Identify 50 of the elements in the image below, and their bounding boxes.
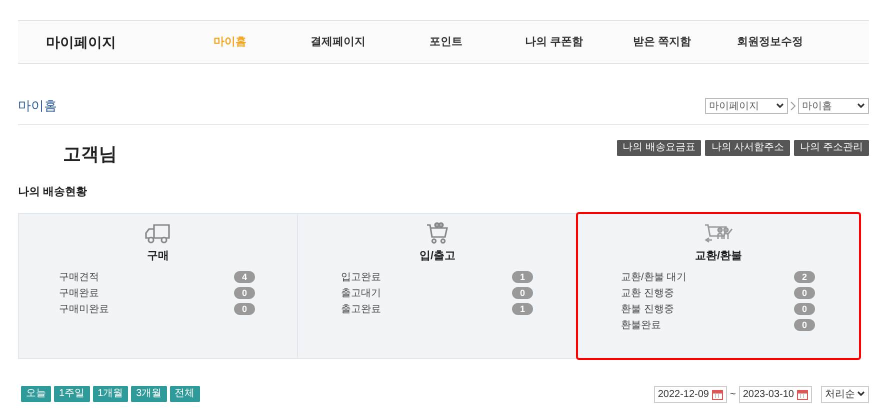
- action-button[interactable]: 나의 사서함주소: [705, 140, 790, 156]
- customer-name: 고객님: [63, 143, 117, 166]
- action-button[interactable]: 나의 배송요금표: [616, 140, 702, 156]
- start-date-field[interactable]: 2022-12-09: [654, 386, 727, 402]
- page-title: 마이홈: [18, 97, 57, 116]
- truck-icon: [145, 222, 171, 244]
- caret-icon: [857, 391, 865, 397]
- calendar-icon: [797, 388, 808, 400]
- count-badge: 0: [794, 287, 815, 299]
- status-label: 출고완료: [341, 302, 381, 316]
- panel-title: 입/출고: [419, 248, 456, 264]
- nav-tab[interactable]: 나의 쿠폰함: [500, 34, 608, 50]
- count-badge: 4: [234, 271, 255, 283]
- count-badge: 0: [794, 303, 815, 315]
- status-label: 출고대기: [341, 286, 381, 300]
- sort-select[interactable]: 처리순: [821, 386, 869, 402]
- chevron-icon: [790, 101, 796, 111]
- caret-icon: [857, 103, 865, 109]
- status-label: 환불 진행중: [621, 302, 674, 316]
- action-button[interactable]: 나의 주소관리: [794, 140, 869, 156]
- panel-title: 구매: [147, 248, 169, 264]
- section-title: 나의 배송현황: [18, 185, 88, 200]
- panel-title: 교환/환불: [694, 248, 742, 264]
- calendar-icon: [712, 388, 723, 400]
- cart-people-icon: [704, 222, 734, 244]
- cart-icon: [426, 222, 450, 244]
- status-label: 입고완료: [341, 270, 381, 284]
- status-label: 환불완료: [621, 318, 661, 332]
- status-label: 교환/환불 대기: [621, 270, 687, 284]
- status-label: 구매미완료: [59, 302, 109, 316]
- breadcrumb-select[interactable]: 마이페이지: [705, 98, 788, 114]
- breadcrumb-select[interactable]: 마이홈: [798, 98, 869, 114]
- caret-icon: [776, 103, 784, 109]
- count-badge: 0: [234, 303, 255, 315]
- count-badge: 0: [234, 287, 255, 299]
- nav-tab[interactable]: 회원정보수정: [716, 34, 824, 50]
- site-title: 마이페이지: [45, 32, 117, 52]
- status-label: 구매견적: [59, 270, 99, 284]
- count-badge: 1: [512, 271, 533, 283]
- nav-tab[interactable]: 결제페이지: [284, 34, 392, 50]
- nav-tab[interactable]: 받은 쪽지함: [608, 34, 716, 50]
- date-separator: ~: [730, 388, 736, 402]
- nav-tab[interactable]: 포인트: [392, 34, 500, 50]
- count-badge: 0: [794, 319, 815, 331]
- count-badge: 1: [512, 303, 533, 315]
- status-label: 교환 진행중: [621, 286, 674, 300]
- count-badge: 0: [512, 287, 533, 299]
- count-badge: 2: [794, 271, 815, 283]
- end-date-field[interactable]: 2023-03-10: [738, 386, 812, 402]
- status-label: 구매완료: [59, 286, 99, 300]
